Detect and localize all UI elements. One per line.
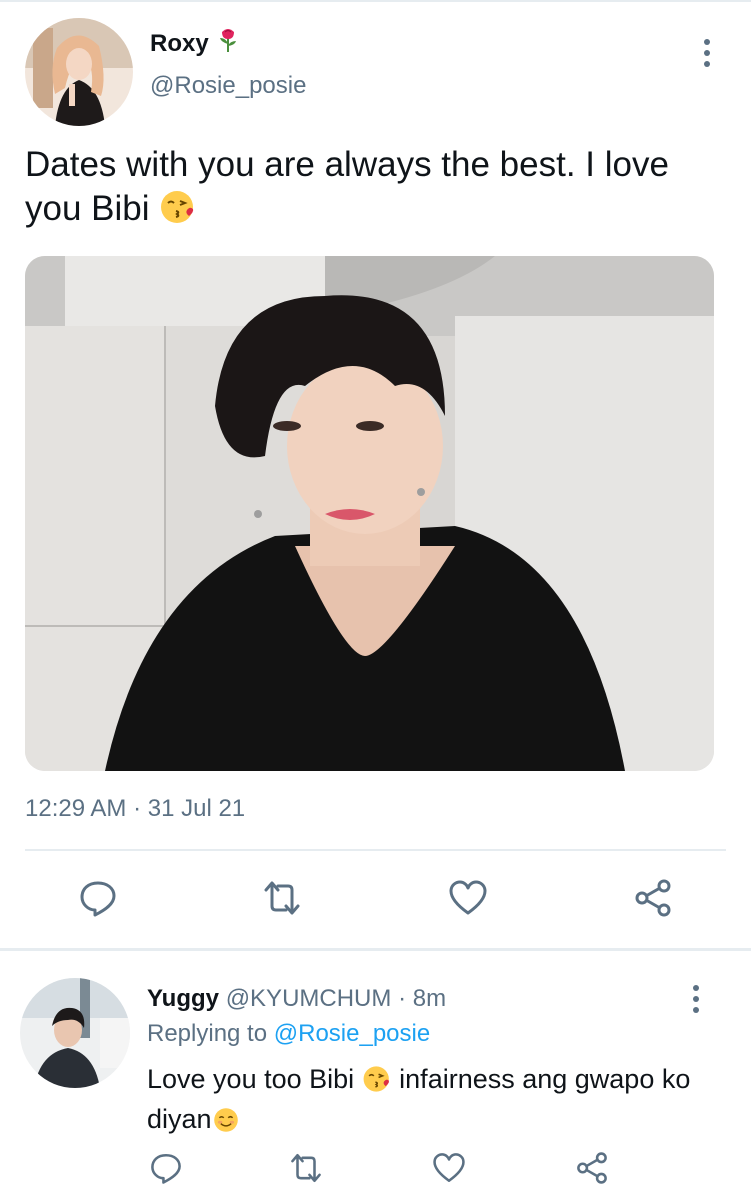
dot: [693, 1007, 699, 1013]
replying-prefix: Replying to: [147, 1020, 268, 1047]
share-icon: [633, 878, 673, 923]
tweet-text: Dates with you are always the best. I lo…: [25, 143, 725, 237]
reply-share-button[interactable]: [572, 1150, 612, 1190]
tweet-timestamp[interactable]: 12:29 AM · 31 Jul 21: [25, 795, 245, 823]
tweet-text-content: Dates with you are always the best. I lo…: [25, 145, 669, 228]
share-button[interactable]: [631, 878, 675, 922]
reply-time[interactable]: 8m: [413, 985, 446, 1012]
reply-text: Love you too Bibi infairness ang gwapo k…: [147, 1062, 727, 1142]
dot: [704, 50, 710, 56]
handle[interactable]: @Rosie_posie: [150, 72, 306, 100]
reply-handle[interactable]: @KYUMCHUM: [226, 985, 392, 1012]
reply-header[interactable]: Yuggy @KYUMCHUM · 8m: [147, 985, 446, 1013]
divider: [0, 948, 751, 951]
divider: [25, 849, 726, 851]
reply-display-name[interactable]: Yuggy: [147, 985, 219, 1012]
reply-reply-button[interactable]: [146, 1150, 186, 1190]
tweet-photo[interactable]: [25, 256, 714, 771]
display-name-row[interactable]: Roxy: [150, 28, 239, 59]
reply-retweet-button[interactable]: [286, 1150, 326, 1190]
dot: [704, 39, 710, 45]
reply-button[interactable]: [76, 878, 120, 922]
retweet-button[interactable]: [260, 878, 304, 922]
retweet-icon: [260, 878, 304, 923]
replying-mention-link[interactable]: @Rosie_posie: [274, 1020, 430, 1047]
face-blowing-kiss-icon: [362, 1064, 392, 1102]
dot: [693, 985, 699, 991]
heart-icon: [432, 1151, 466, 1190]
display-name[interactable]: Roxy: [150, 30, 209, 58]
dot: [704, 61, 710, 67]
face-blowing-kiss-icon: [159, 188, 197, 237]
replying-to: Replying to @Rosie_posie: [147, 1020, 430, 1048]
smiling-face-icon: [212, 1106, 240, 1142]
reply-icon: [78, 878, 118, 923]
like-button[interactable]: [446, 878, 490, 922]
more-options-button[interactable]: [690, 36, 724, 70]
reply-like-button[interactable]: [429, 1150, 469, 1190]
reply-text-part1: Love you too Bibi: [147, 1064, 355, 1094]
separator: ·: [398, 985, 407, 1012]
retweet-icon: [287, 1151, 325, 1190]
heart-icon: [448, 878, 488, 923]
share-icon: [575, 1151, 609, 1190]
top-divider: [0, 0, 751, 2]
reply-icon: [149, 1151, 183, 1190]
avatar[interactable]: [25, 18, 133, 126]
reply-avatar[interactable]: [20, 978, 130, 1088]
dot: [693, 996, 699, 1002]
reply-more-options-button[interactable]: [679, 982, 713, 1016]
rose-icon: [217, 28, 239, 59]
